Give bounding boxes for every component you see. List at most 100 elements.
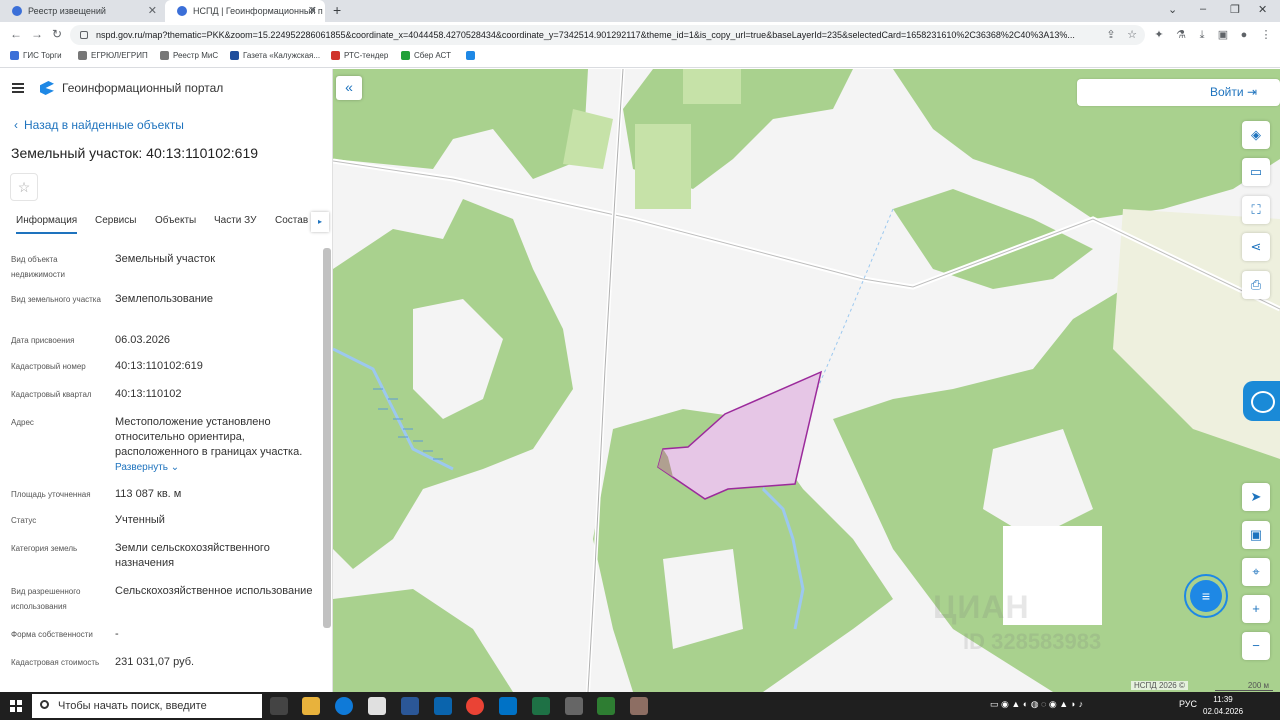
chat-button[interactable]: ≡ bbox=[1184, 574, 1228, 618]
back-icon[interactable]: ← bbox=[10, 27, 22, 41]
bookmark-icon bbox=[466, 51, 475, 60]
taskbar-search[interactable]: Чтобы начать поиск, введите bbox=[32, 694, 262, 718]
browser-toolbar: ← → ↻ nspd.gov.ru/map?thematic=PKK&zoom=… bbox=[0, 22, 1280, 48]
info-tabs: Информация Сервисы Объекты Части ЗУ Сост… bbox=[0, 209, 332, 237]
excel-icon[interactable] bbox=[532, 697, 550, 715]
store-icon[interactable] bbox=[368, 697, 386, 715]
bookmark-item[interactable]: Газета «Калужская... bbox=[230, 51, 320, 60]
property-value: 113 087 кв. м bbox=[115, 488, 182, 500]
geolocation-icon[interactable]: ➤ bbox=[1242, 483, 1270, 511]
layers-icon[interactable]: ◈ bbox=[1242, 121, 1270, 149]
close-tab-icon[interactable]: ✕ bbox=[308, 4, 317, 17]
property-key: Кадастровая стоимость bbox=[11, 658, 100, 667]
share-map-icon[interactable]: ⋖ bbox=[1242, 233, 1270, 261]
bookmark-icon bbox=[10, 51, 19, 60]
hamburger-menu-icon[interactable] bbox=[12, 83, 24, 93]
taskbar-clock[interactable]: 11:39 02.04.2026 bbox=[1203, 694, 1243, 718]
property-key: Кадастровый номер bbox=[11, 362, 86, 371]
close-window-icon[interactable]: ✕ bbox=[1258, 3, 1267, 16]
minimize-icon[interactable]: – bbox=[1200, 3, 1206, 15]
reload-icon[interactable]: ↻ bbox=[52, 27, 62, 41]
expand-link[interactable]: Развернуть ⌄ bbox=[115, 460, 320, 475]
tab-parts[interactable]: Части ЗУ bbox=[214, 215, 256, 226]
app-icon[interactable] bbox=[630, 697, 648, 715]
bookmark-icon bbox=[331, 51, 340, 60]
back-to-results-link[interactable]: ‹ Назад в найденные объекты bbox=[14, 118, 184, 132]
property-value: Сельскохозяйственное использование bbox=[115, 585, 313, 597]
maximize-icon[interactable]: ❐ bbox=[1230, 3, 1240, 16]
search-place-icon[interactable]: ⌖ bbox=[1242, 558, 1270, 586]
download-icon[interactable]: ⤓ bbox=[1196, 29, 1208, 41]
tab-search-icon[interactable]: ⌄ bbox=[1168, 3, 1177, 16]
forest-area bbox=[333, 69, 588, 179]
field-area bbox=[635, 124, 691, 209]
forest-area bbox=[333, 589, 513, 692]
app-title: Геоинформационный портал bbox=[62, 81, 224, 95]
property-key: Вид объекта недвижимости bbox=[11, 255, 65, 279]
tray-icons[interactable]: ▭ ◉ ▲ ◐ ◍ ◌ ◉ ▲ ◗ ♪ bbox=[990, 699, 1083, 710]
property-key: Статус bbox=[11, 516, 37, 525]
bookmark-icon bbox=[230, 51, 239, 60]
extension-icon[interactable]: ⚗ bbox=[1175, 29, 1187, 41]
portal-logo-icon bbox=[40, 81, 54, 95]
browser-tab[interactable]: Реестр извещений ✕ bbox=[0, 0, 165, 22]
zoom-in-icon[interactable]: + bbox=[1242, 595, 1270, 623]
login-button[interactable]: Войти ⇥ bbox=[1210, 85, 1257, 99]
bookmark-item[interactable]: ГИС Торги bbox=[10, 51, 62, 60]
extensions-icon[interactable]: ✦ bbox=[1153, 29, 1165, 41]
property-value: 231 031,07 руб. bbox=[115, 656, 195, 668]
minimap-icon[interactable]: ▣ bbox=[1242, 521, 1270, 549]
sidepanel-icon[interactable]: ▣ bbox=[1217, 29, 1229, 41]
bookmark-item[interactable]: Сбер АСТ bbox=[401, 51, 451, 60]
bookmark-star-icon[interactable]: ☆ bbox=[1126, 29, 1138, 41]
tab-information[interactable]: Информация bbox=[16, 215, 78, 234]
bookmark-item[interactable]: Реестр МиС bbox=[160, 51, 218, 60]
tabs-next-arrow-icon[interactable]: ▸ bbox=[311, 212, 329, 232]
edge-icon[interactable] bbox=[335, 697, 353, 715]
language-indicator[interactable]: РУС bbox=[1179, 699, 1197, 709]
print-icon[interactable]: ⎙ bbox=[1242, 271, 1270, 299]
task-view-icon[interactable] bbox=[270, 697, 288, 715]
chrome-icon[interactable] bbox=[466, 697, 484, 715]
explorer-icon[interactable] bbox=[302, 697, 320, 715]
property-key: Адрес bbox=[11, 418, 34, 427]
browser-tab-active[interactable]: НСПД | Геоинформационный п ✕ bbox=[165, 0, 325, 22]
bookmark-item[interactable]: РТС-тендер bbox=[331, 51, 388, 60]
forest-area bbox=[893, 189, 1093, 289]
gosuslugi-button[interactable] bbox=[1243, 381, 1280, 421]
bookmark-item[interactable] bbox=[466, 51, 475, 60]
tab-composition[interactable]: Состав bbox=[275, 215, 308, 226]
profile-icon[interactable]: ● bbox=[1238, 29, 1250, 41]
windows-start-icon[interactable] bbox=[10, 700, 22, 712]
zoom-out-icon[interactable]: − bbox=[1242, 632, 1270, 660]
tab-favicon-icon bbox=[177, 6, 187, 16]
new-tab-icon[interactable]: + bbox=[333, 2, 341, 18]
map-canvas bbox=[333, 69, 1280, 692]
tab-objects[interactable]: Объекты bbox=[155, 215, 196, 226]
bookmark-icon bbox=[78, 51, 87, 60]
outlook-icon[interactable] bbox=[499, 697, 517, 715]
property-value: Земли сельскохозяйственного назначения bbox=[115, 542, 270, 569]
tab-services[interactable]: Сервисы bbox=[95, 215, 136, 226]
app-icon[interactable] bbox=[597, 697, 615, 715]
area-select-icon[interactable]: ⛶ bbox=[1242, 196, 1270, 224]
share-icon[interactable]: ⇪ bbox=[1105, 29, 1117, 41]
site-info-icon[interactable] bbox=[80, 31, 88, 39]
word-icon[interactable] bbox=[401, 697, 419, 715]
address-bar[interactable]: nspd.gov.ru/map?thematic=PKK&zoom=15.224… bbox=[70, 25, 1145, 45]
bookmark-item[interactable]: ЕГРЮЛ/ЕГРИП bbox=[78, 51, 148, 60]
calculator-icon[interactable] bbox=[565, 697, 583, 715]
ruler-icon[interactable]: ▭ bbox=[1242, 158, 1270, 186]
map-view[interactable]: « Войти ⇥ ◈ ▭ ⛶ ⋖ ⎙ ➤ ▣ ⌖ + − ЦИАН ID 32… bbox=[333, 69, 1280, 692]
property-value: 40:13:110102 bbox=[115, 388, 182, 400]
object-title: Земельный участок: 40:13:110102:619 bbox=[11, 145, 259, 161]
forward-icon[interactable]: → bbox=[31, 27, 43, 41]
address-text: Местоположение установлено относительно … bbox=[115, 416, 303, 458]
collapse-panel-icon[interactable]: « bbox=[336, 76, 362, 100]
favorite-star-icon[interactable]: ☆ bbox=[10, 173, 38, 201]
sidebar-scrollbar[interactable] bbox=[323, 248, 331, 628]
close-tab-icon[interactable]: ✕ bbox=[148, 4, 157, 17]
property-value: Земельный участок bbox=[115, 253, 216, 265]
menu-icon[interactable]: ⋮ bbox=[1260, 29, 1272, 41]
mail-icon[interactable] bbox=[434, 697, 452, 715]
